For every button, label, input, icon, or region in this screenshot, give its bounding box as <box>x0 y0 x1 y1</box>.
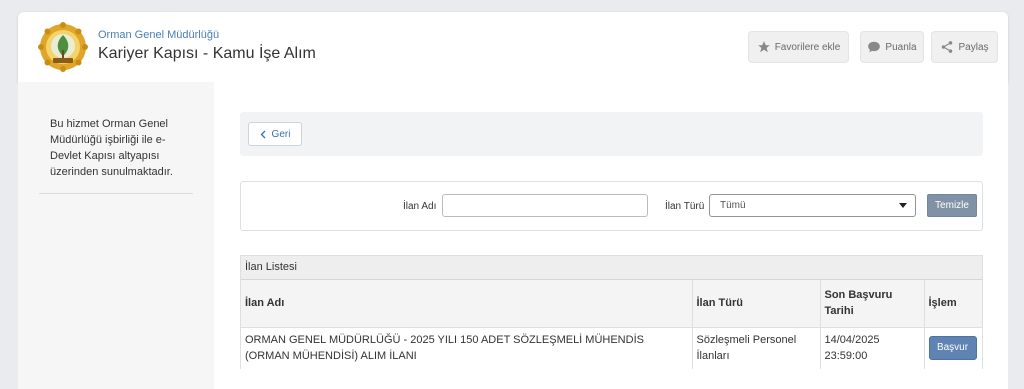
page-title: Kariyer Kapısı - Kamu İşe Alım <box>98 45 316 62</box>
favorite-label: Favorilere ekle <box>774 41 841 53</box>
caret-down-icon <box>899 203 907 208</box>
ilan-adi-input[interactable] <box>442 194 648 217</box>
cell-islem: Başvur <box>924 327 982 369</box>
clear-button[interactable]: Temizle <box>927 194 977 217</box>
cell-son-basvuru: 14/04/2025 23:59:00 <box>820 327 925 369</box>
navigation-bar: Geri <box>240 112 983 156</box>
listing-table: İlan Adı İlan Türü Son Başvuru Tarihi İş… <box>241 280 982 369</box>
listing-panel: İlan Listesi İlan Adı İlan Türü Son Başv… <box>240 255 983 369</box>
ilan-adi-label: İlan Adı <box>403 201 437 212</box>
cell-ilan-turu: Sözleşmeli Personel İlanları <box>692 327 821 369</box>
share-label: Paylaş <box>958 41 989 53</box>
column-header-son-basvuru[interactable]: Son Başvuru Tarihi <box>820 280 925 328</box>
column-header-ilan-turu[interactable]: İlan Türü <box>692 280 821 328</box>
column-header-islem: İşlem <box>924 280 982 328</box>
ilan-turu-label: İlan Türü <box>665 201 705 212</box>
back-button[interactable]: Geri <box>248 122 302 146</box>
listing-panel-title: İlan Listesi <box>241 256 982 280</box>
column-header-ilan-adi[interactable]: İlan Adı <box>241 280 693 328</box>
share-button[interactable]: Paylaş <box>931 31 998 63</box>
sidebar-divider <box>39 193 193 194</box>
sidebar: Bu hizmet Orman Genel Müdürlüğü işbirliğ… <box>18 82 214 389</box>
ilan-turu-select[interactable]: Tümü <box>709 194 916 217</box>
speech-bubble-icon <box>868 41 881 53</box>
header: Orman Genel Müdürlüğü Kariyer Kapısı - K… <box>18 12 1008 82</box>
back-label: Geri <box>271 128 291 140</box>
favorite-button[interactable]: Favorilere ekle <box>748 31 849 63</box>
filter-panel: İlan Adı İlan Türü Tümü Temizle <box>240 181 983 231</box>
rate-button[interactable]: Puanla <box>860 31 924 63</box>
table-header-row: İlan Adı İlan Türü Son Başvuru Tarihi İş… <box>241 280 982 328</box>
organization-logo <box>38 22 88 72</box>
rate-label: Puanla <box>885 41 917 53</box>
organization-name[interactable]: Orman Genel Müdürlüğü <box>98 29 219 41</box>
star-icon <box>757 41 770 53</box>
ilan-turu-selected-value: Tümü <box>720 200 746 211</box>
chevron-left-icon <box>260 130 266 138</box>
share-icon <box>942 41 953 53</box>
table-row: ORMAN GENEL MÜDÜRLÜĞÜ - 2025 YILI 150 AD… <box>241 327 982 369</box>
main-content: Geri İlan Adı İlan Türü Tümü Temizle İla… <box>214 82 1008 389</box>
service-info-text: Bu hizmet Orman Genel Müdürlüğü işbirliğ… <box>50 118 173 178</box>
apply-button[interactable]: Başvur <box>928 336 977 361</box>
cell-ilan-adi: ORMAN GENEL MÜDÜRLÜĞÜ - 2025 YILI 150 AD… <box>241 327 693 369</box>
page-card: Orman Genel Müdürlüğü Kariyer Kapısı - K… <box>18 12 1008 389</box>
